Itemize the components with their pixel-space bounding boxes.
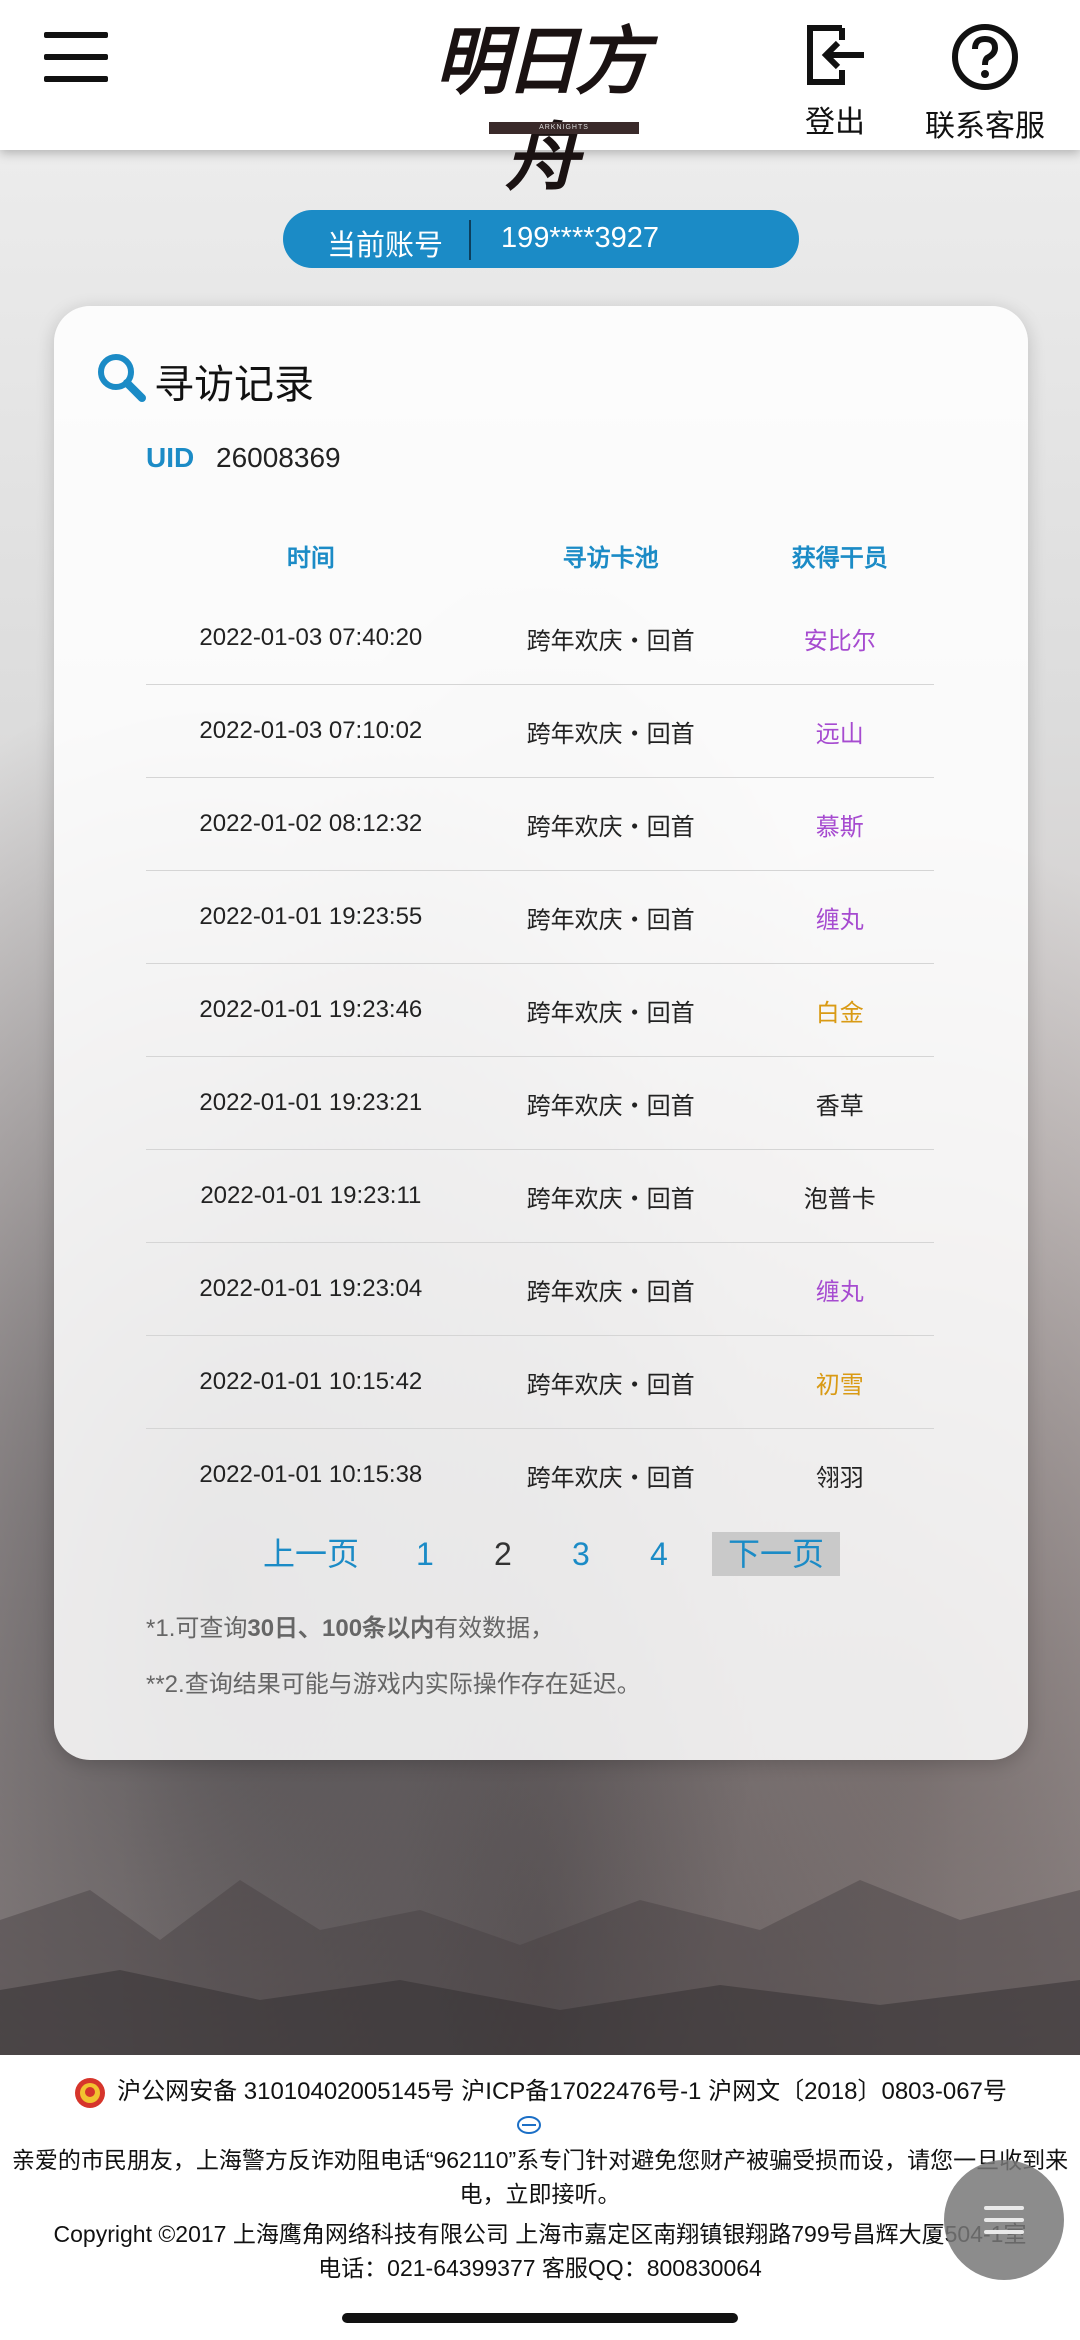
cell-operator: 远山 [745,684,934,778]
uid-value: 26008369 [216,442,341,473]
note-1: *1.可查询30日、100条以内有效数据， [146,1615,555,1642]
column-header-pool: 寻访卡池 [562,544,659,572]
cell-operator: 慕斯 [745,777,934,871]
account-number: 199****3927 [501,222,660,254]
next-page-button[interactable]: 下一页 [712,1532,841,1576]
prev-page-button[interactable]: 上一页 [263,1532,359,1576]
table-row: 2022-01-03 07:10:02 跨年欢庆・回首 远山 [146,684,934,778]
note-2: **2.查询结果可能与游戏内实际操作存在延迟。 [146,1671,641,1698]
logo-subtitle: ARKNIGHTS [539,124,589,131]
cell-time: 2022-01-01 19:23:11 [146,1149,476,1243]
copyright-text: Copyright ©2017 上海鹰角网络科技有限公司 上海市嘉定区南翔镇银翔… [53,2221,1027,2247]
arknights-logo: 明日方舟 ARKNIGHTS [415,14,665,201]
customer-support-button[interactable]: 联系客服 [905,22,1065,145]
cell-time: 2022-01-03 07:40:20 [146,592,476,685]
cell-operator: 香草 [745,1056,934,1150]
cell-pool: 跨年欢庆・回首 [526,1464,695,1492]
logout-button[interactable]: 登出 [790,22,880,141]
table-row: 2022-01-01 19:23:11 跨年欢庆・回首 泡普卡 [146,1149,934,1243]
cell-time: 2022-01-01 10:15:38 [199,1461,423,1488]
cell-pool: 跨年欢庆・回首 [475,963,746,1057]
cell-time: 2022-01-01 19:23:21 [146,1056,476,1150]
cell-time: 2022-01-01 19:23:04 [146,1242,476,1336]
column-header-operator: 获得干员 [791,544,888,572]
cell-pool: 跨年欢庆・回首 [475,592,746,685]
page-1-button[interactable]: 1 [416,1532,434,1576]
table-row: 2022-01-01 19:23:21 跨年欢庆・回首 香草 [146,1056,934,1150]
contact-info: 电话：021-64399377 客服QQ：800830064 [318,2255,762,2281]
table-row: 2022-01-01 10:15:42 跨年欢庆・回首 初雪 [146,1335,934,1429]
cell-time: 2022-01-02 08:12:32 [146,777,476,871]
table-row: 2022-01-01 19:23:04 跨年欢庆・回首 缠丸 [146,1242,934,1336]
gacha-records-table: 时间 寻访卡池 获得干员 2022-01-03 07:40:20 跨年欢庆・回首… [146,518,934,1521]
top-header: 明日方舟 ARKNIGHTS 登出 联系客服 [0,0,1080,201]
table-header-row: 时间 寻访卡池 获得干员 [146,518,934,592]
cell-time: 2022-01-01 19:23:46 [146,963,476,1057]
note-1-highlight: 30日、100条以内 [247,1615,435,1642]
cell-pool: 跨年欢庆・回首 [475,1149,746,1243]
pagination: 上一页 1 2 3 4 下一页 [54,1532,1028,1576]
table-row: 2022-01-03 07:40:20 跨年欢庆・回首 安比尔 [146,592,934,685]
menu-icon[interactable] [44,32,108,84]
help-icon [952,24,1018,90]
page-3-button[interactable]: 3 [572,1532,590,1576]
records-card: 寻访记录 UID 26008369 时间 寻访卡池 获得干员 2022-01-0… [54,306,1028,1760]
cell-pool: 跨年欢庆・回首 [475,1242,746,1336]
cell-time: 2022-01-03 07:10:02 [146,684,476,778]
cell-pool: 跨年欢庆・回首 [475,1056,746,1150]
background-silhouette [0,1880,1080,2060]
table-row: 2022-01-01 19:23:46 跨年欢庆・回首 白金 [146,963,934,1057]
account-label: 当前账号 [327,230,444,262]
current-account-badge: 当前账号 199****3927 [283,210,799,268]
anti-fraud-notice: 亲爱的市民朋友，上海警方反诈劝阻电话“962110”系专门针对避免您财产被骗受损… [11,2147,1069,2207]
cell-time: 2022-01-01 10:15:42 [146,1335,476,1429]
registration-line: 沪公网安备 31010402005145号 沪ICP备17022476号-1 沪… [0,2071,1080,2110]
page-2-button[interactable]: 2 [494,1532,512,1576]
cell-operator: 泡普卡 [745,1149,934,1243]
cell-pool: 跨年欢庆・回首 [475,684,746,778]
search-icon [98,354,146,402]
page-4-button[interactable]: 4 [650,1532,668,1576]
uid-line: UID 26008369 [146,442,341,474]
column-header-time: 时间 [286,544,335,572]
uid-label: UID [146,442,195,473]
cell-pool: 跨年欢庆・回首 [475,777,746,871]
cell-operator: 安比尔 [745,592,934,685]
logout-label: 登出 [805,106,865,139]
cell-operator: 翎羽 [815,1464,864,1492]
registration-text[interactable]: 沪公网安备 31010402005145号 沪ICP备17022476号-1 沪… [117,2078,1007,2105]
table-row: 2022-01-01 19:23:55 跨年欢庆・回首 缠丸 [146,870,934,964]
cell-operator: 缠丸 [745,1242,934,1336]
site-footer: 沪公网安备 31010402005145号 沪ICP备17022476号-1 沪… [0,2055,1080,2340]
cell-pool: 跨年欢庆・回首 [475,1335,746,1429]
cell-operator: 初雪 [745,1335,934,1429]
cell-pool: 跨年欢庆・回首 [475,870,746,964]
logout-icon [807,25,864,85]
records-title: 寻访记录 [154,363,314,407]
floating-menu-icon[interactable] [944,2160,1064,2280]
table-row: 2022-01-01 10:15:38 跨年欢庆・回首 翎羽 [146,1429,934,1522]
home-indicator [342,2313,738,2323]
table-row: 2022-01-02 08:12:32 跨年欢庆・回首 慕斯 [146,777,934,871]
logo-text: 明日方舟 [435,19,649,201]
support-label: 联系客服 [925,110,1045,143]
cell-time: 2022-01-01 19:23:55 [146,870,476,964]
cell-operator: 缠丸 [745,870,934,964]
cell-operator: 白金 [745,963,934,1057]
police-badge-icon [75,2077,106,2108]
network-police-icon [517,2116,541,2134]
